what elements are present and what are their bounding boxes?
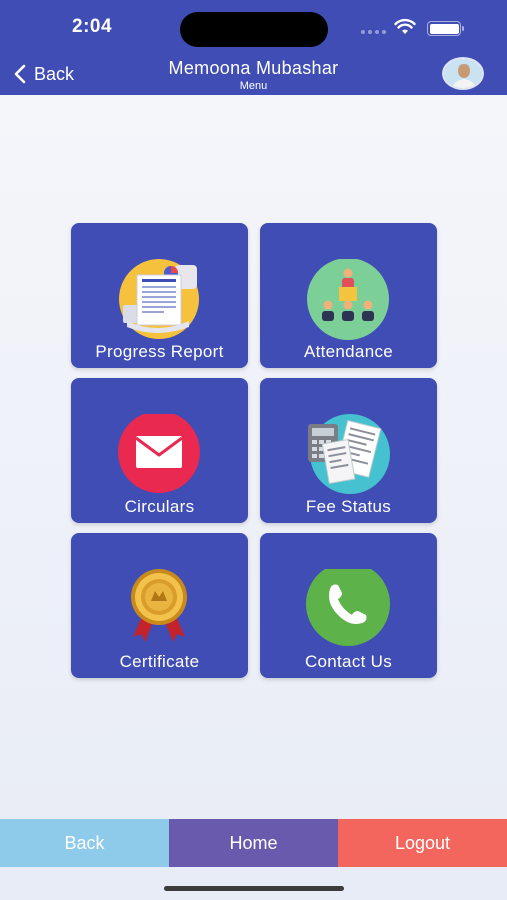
avatar[interactable] xyxy=(442,57,484,90)
menu-tile-label: Certificate xyxy=(119,652,200,671)
medal-icon xyxy=(131,569,187,642)
header-title-block: Memoona Mubashar Menu xyxy=(0,58,507,92)
attendance-icon xyxy=(307,258,389,340)
battery-icon xyxy=(427,21,464,36)
menu-grid: Progress Report Attendance Circulars Fee… xyxy=(71,223,437,678)
menu-tile-circulars[interactable]: Circulars xyxy=(71,378,248,523)
menu-tile-label: Attendance xyxy=(303,342,393,361)
menu-tile-label: Progress Report xyxy=(95,342,224,361)
status-time: 2:04 xyxy=(72,16,113,37)
envelope-icon xyxy=(118,411,200,493)
menu-tile-attendance[interactable]: Attendance xyxy=(260,223,437,368)
menu-tile-label: Fee Status xyxy=(305,497,392,516)
signal-icon xyxy=(361,30,386,34)
dynamic-island xyxy=(180,12,328,47)
bottom-logout-button[interactable]: Logout xyxy=(338,819,507,867)
bottom-home-button[interactable]: Home xyxy=(169,819,338,867)
menu-tile-progress-report[interactable]: Progress Report xyxy=(71,223,248,368)
app-header: 2:04 Back Memoona Mubashar Menu xyxy=(0,0,507,95)
fee-status-icon xyxy=(308,414,390,494)
phone-icon xyxy=(306,562,390,646)
bottom-back-button[interactable]: Back xyxy=(0,819,169,867)
page-subtitle: Menu xyxy=(239,80,268,92)
bottom-nav-bar: Back Home Logout xyxy=(0,819,507,867)
wifi-icon xyxy=(394,18,416,34)
home-indicator[interactable] xyxy=(164,886,344,891)
menu-tile-label: Contact Us xyxy=(304,652,393,671)
page-title: Memoona Mubashar xyxy=(168,58,339,78)
menu-tile-certificate[interactable]: Certificate xyxy=(71,533,248,678)
progress-report-icon xyxy=(119,259,199,339)
menu-tile-fee-status[interactable]: Fee Status xyxy=(260,378,437,523)
menu-tile-label: Circulars xyxy=(124,497,195,516)
menu-tile-contact-us[interactable]: Contact Us xyxy=(260,533,437,678)
